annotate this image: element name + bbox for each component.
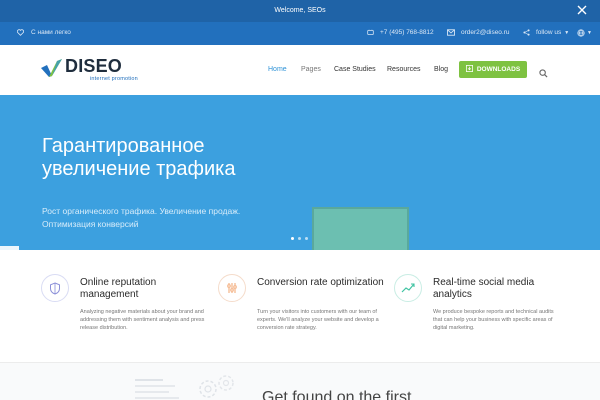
logo-mark-icon (41, 59, 62, 77)
nav-pages[interactable]: Pages (301, 66, 321, 73)
feature-description: Turn your visitors into customers with o… (257, 309, 379, 331)
nav-resources[interactable]: Resources (387, 66, 420, 73)
logo-tagline: internet promotion (90, 76, 138, 82)
feature-description: We produce bespoke reports and technical… (433, 309, 554, 331)
seo-section: Get found on the first (0, 363, 600, 400)
downloads-button[interactable]: DOWNLOADS (459, 61, 527, 78)
top-bar: С нами легко +7 (495) 768-8812 order2@di… (0, 22, 600, 45)
hero-slider: Гарантированное увеличение трафика Рост … (0, 95, 600, 250)
chevron-down-icon: ▼ (564, 29, 570, 36)
site-header: DISEO internet promotion Home Pages Case… (0, 45, 600, 95)
email-link[interactable]: order2@diseo.ru (447, 29, 510, 36)
heart-icon (17, 29, 24, 36)
document-illustration (135, 379, 179, 399)
feature-title: Online reputation management (80, 277, 157, 300)
hero-title: Гарантированное увеличение трафика (42, 135, 236, 180)
phone-number: +7 (495) 768-8812 (380, 29, 434, 36)
share-icon (523, 29, 530, 36)
slide-dot[interactable] (305, 237, 308, 240)
phone-icon (367, 29, 374, 36)
chevron-down-icon: ▼ (587, 30, 592, 36)
feature-title: Real-time social media analytics (433, 277, 535, 300)
nav-home[interactable]: Home (268, 66, 287, 73)
slide-dot[interactable] (291, 237, 294, 240)
hero-monitor-illustration (312, 207, 409, 250)
announcement-bar: Welcome, SEOs (0, 0, 600, 22)
mail-icon (447, 29, 455, 36)
shield-icon (41, 274, 69, 302)
downloads-label: DOWNLOADS (476, 66, 521, 73)
chart-line-icon (394, 274, 422, 302)
section-heading: Get found on the first (262, 389, 412, 400)
phone-link[interactable]: +7 (495) 768-8812 (367, 29, 434, 36)
slide-dot[interactable] (298, 237, 301, 240)
slogan: С нами легко (17, 29, 71, 36)
slider-progress-edge (0, 246, 19, 250)
download-icon (465, 65, 473, 74)
slogan-text: С нами легко (31, 29, 71, 36)
email-address: order2@diseo.ru (461, 29, 510, 36)
announcement-text: Welcome, SEOs (274, 7, 326, 14)
sliders-icon (218, 274, 246, 302)
close-icon[interactable] (577, 5, 587, 15)
search-icon[interactable] (539, 65, 548, 78)
logo[interactable]: DISEO internet promotion (41, 55, 156, 85)
feature-title: Conversion rate optimization (257, 277, 384, 288)
follow-us-label: follow us (536, 29, 562, 36)
logo-text: DISEO (65, 56, 123, 76)
nav-case-studies[interactable]: Case Studies (334, 66, 376, 73)
globe-icon (577, 29, 585, 37)
language-dropdown[interactable]: ▼ (577, 29, 592, 37)
feature-description: Analyzing negative materials about your … (80, 309, 205, 331)
nav-blog[interactable]: Blog (434, 66, 448, 73)
slider-pagination (291, 237, 308, 240)
gears-icon (199, 375, 234, 398)
follow-us-dropdown[interactable]: follow us ▼ (523, 29, 569, 36)
hero-subtitle: Рост органического трафика. Увеличение п… (42, 206, 241, 229)
